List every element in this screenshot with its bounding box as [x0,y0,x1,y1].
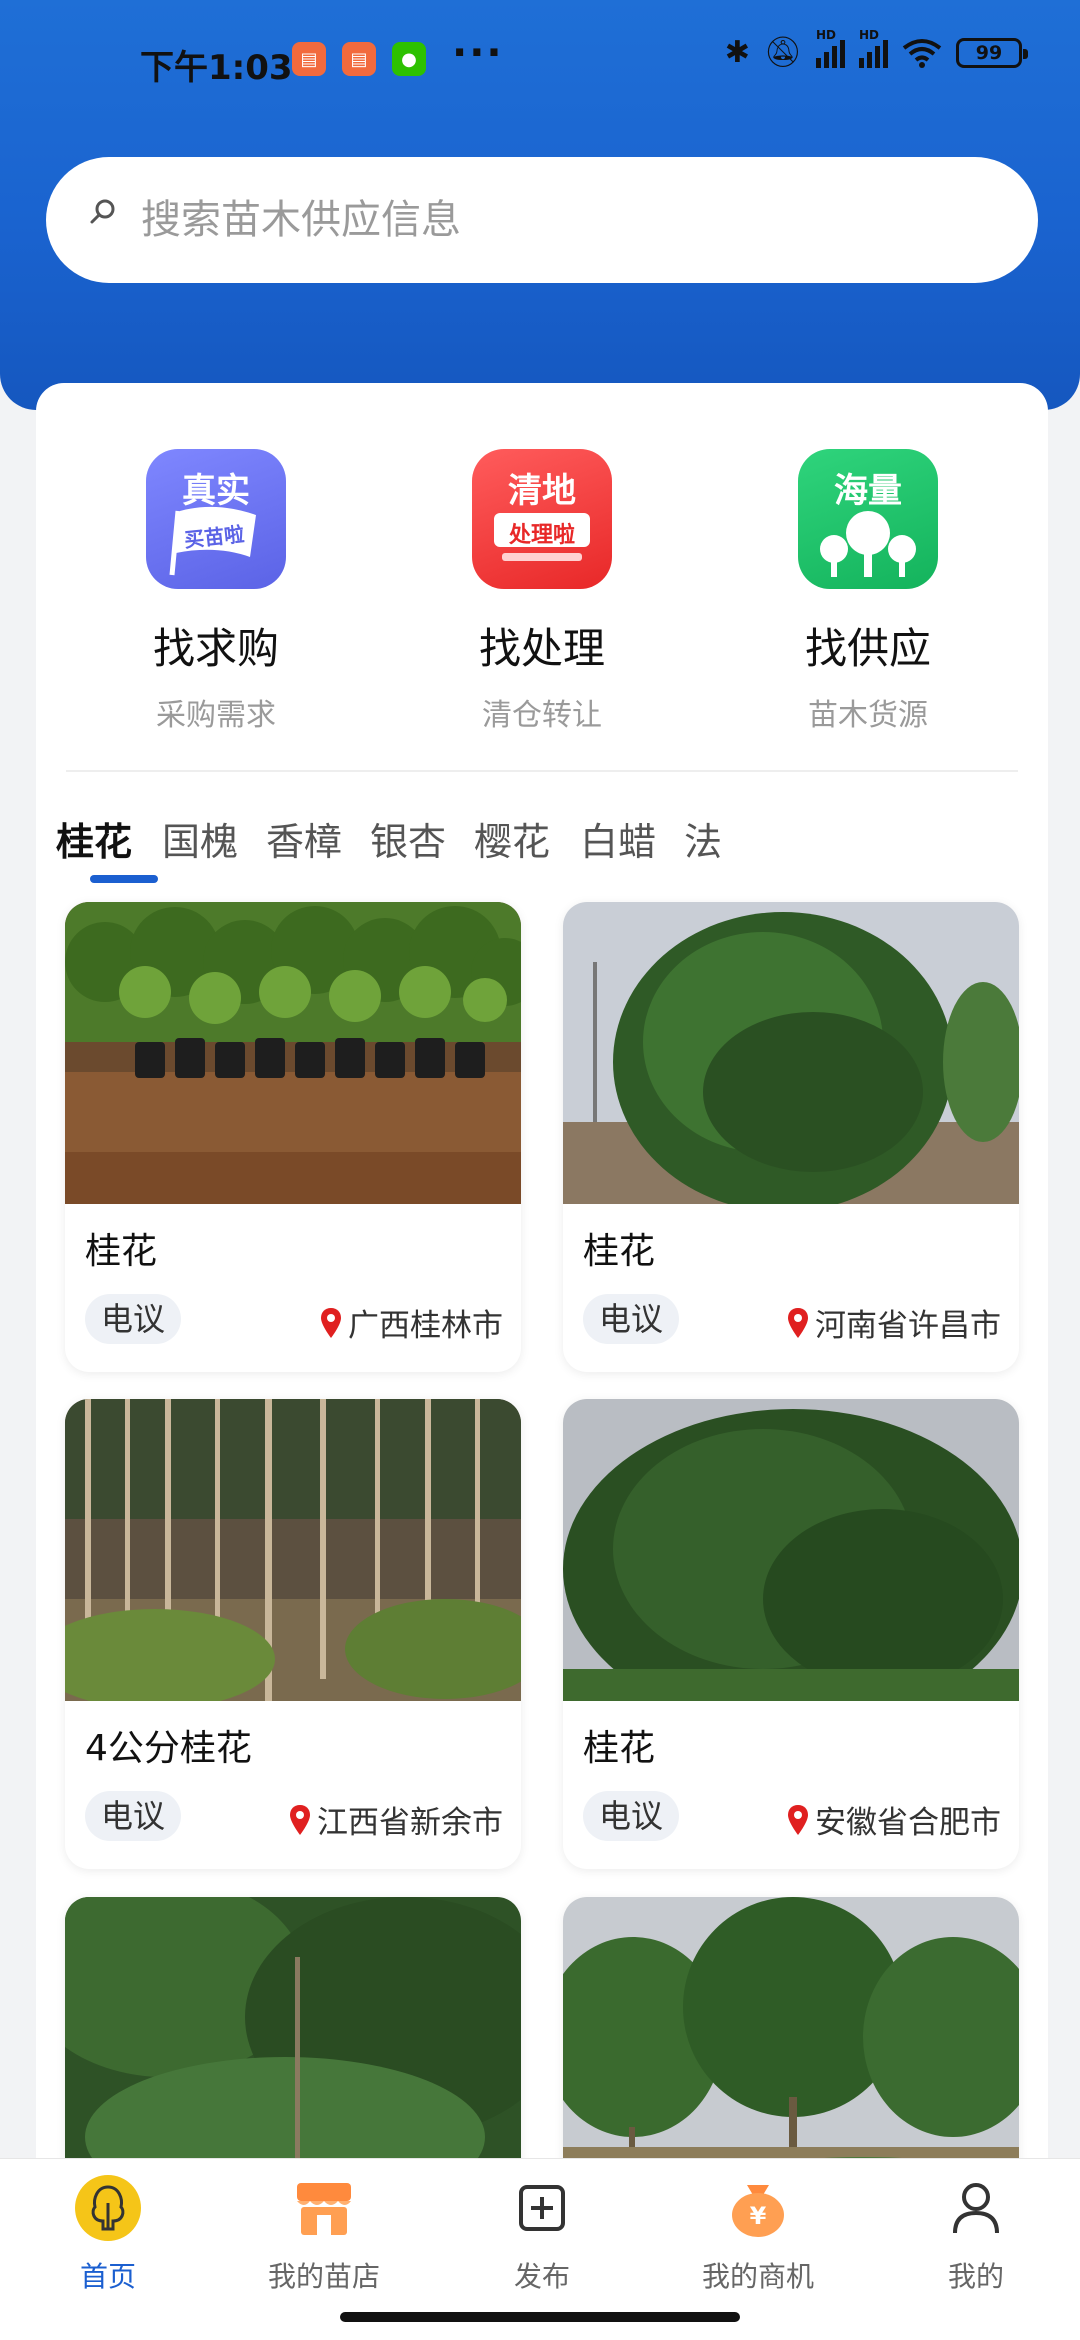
product-name: 桂花 [583,1231,656,1272]
tab-fa[interactable]: 法 [684,811,722,866]
tab-yinghua[interactable]: 樱花 [474,811,550,866]
home-indicator[interactable] [340,2312,740,2322]
location-pin-icon [321,1307,341,1338]
product-card[interactable] [563,1897,1019,2197]
quick-action-purchase[interactable]: 真实 买苗啦 找求购 采购需求 [106,449,326,734]
product-image [563,902,1019,1204]
nav-label: 我的 [947,2260,1004,2293]
nav-profile[interactable]: 我的 [886,2173,1066,2295]
search-icon [90,199,115,224]
product-card[interactable]: 桂花 电议 安徽省合肥市 [563,1399,1019,1869]
search-placeholder: 搜索苗木供应信息 [141,197,461,243]
wifi-icon [902,39,942,68]
nav-opportunities[interactable]: ¥ 我的商机 [668,2173,848,2295]
status-time: 下午1:03 [140,48,293,88]
nav-label: 发布 [513,2260,570,2293]
price-badge: 电议 [583,1791,680,1841]
location-pin-icon [788,1804,808,1835]
product-image [65,1897,521,2197]
nav-label: 我的商机 [701,2260,814,2293]
product-card[interactable]: 4公分桂花 电议 江西省新余市 [65,1399,521,1869]
quick-action-subtitle: 苗木货源 [808,698,928,733]
price-badge: 电议 [85,1294,182,1344]
notification-icons: ▤ ▤ ● [292,42,426,76]
status-bar: 下午1:03 ▤ ▤ ● ··· ✱ 🔕︎ HD HD 99 [0,0,1080,124]
quick-action-title: 找处理 [478,624,605,673]
location-text: 安徽省合肥市 [815,1805,1001,1841]
product-image [65,1399,521,1701]
mute-icon: 🔕︎ [763,35,802,70]
app-screen: 下午1:03 ▤ ▤ ● ··· ✱ 🔕︎ HD HD 99 搜索苗木供应信息 … [0,0,1080,2340]
clearance-stamp-icon: 清地 处理啦 [472,449,612,589]
purchase-flag-icon: 真实 买苗啦 [146,449,286,589]
notification-app-icon: ▤ [342,42,376,76]
price-badge: 电议 [85,1791,182,1841]
battery-level: 99 [975,42,1003,64]
shop-icon [289,2173,359,2243]
product-image [563,1897,1019,2197]
nav-publish[interactable]: 发布 [452,2173,632,2295]
product-image [65,902,521,1204]
notification-app-icon: ▤ [292,42,326,76]
product-image [563,1399,1019,1701]
tree-icon [73,2173,143,2243]
quick-icon-badge: 处理啦 [508,523,575,548]
active-tab-indicator [90,875,158,883]
product-location: 安徽省合肥市 [787,1797,1001,1842]
quick-actions: 真实 买苗啦 找求购 采购需求 清地 处理啦 找处理 清仓转让 海量 找供应 苗… [36,383,1048,771]
system-icons: ✱ 🔕︎ HD HD 99 [724,28,1028,70]
bluetooth-icon: ✱ [724,35,750,70]
tab-xiangzhang[interactable]: 香樟 [266,811,342,866]
plus-square-icon [507,2173,577,2243]
tab-yinxing[interactable]: 银杏 [370,811,446,866]
tab-guihua[interactable]: 桂花 [56,811,132,866]
nav-my-shop[interactable]: 我的苗店 [234,2173,414,2295]
product-card[interactable]: 桂花 电议 河南省许昌市 [563,902,1019,1372]
nav-label: 我的苗店 [267,2260,380,2293]
quick-action-clearance[interactable]: 清地 处理啦 找处理 清仓转让 [432,449,652,734]
location-pin-icon [290,1804,310,1835]
svg-text:¥: ¥ [750,2202,767,2230]
product-name: 桂花 [85,1231,158,1272]
product-location: 河南省许昌市 [787,1300,1001,1345]
product-location: 广西桂林市 [320,1300,503,1345]
trees-icon: 海量 [798,449,938,589]
network-label: HD [816,28,837,42]
signal-icon: HD [816,28,845,68]
search-bar[interactable]: 搜索苗木供应信息 [46,157,1038,283]
divider [66,770,1018,772]
location-text: 江西省新余市 [317,1805,503,1841]
price-badge: 电议 [583,1294,680,1344]
quick-action-subtitle: 采购需求 [156,698,276,733]
location-text: 广西桂林市 [348,1308,503,1344]
money-bag-icon: ¥ [723,2173,793,2243]
quick-action-subtitle: 清仓转让 [482,698,602,733]
network-label: HD [859,28,880,42]
user-icon [941,2173,1011,2243]
nav-home[interactable]: 首页 [18,2173,198,2295]
quick-action-title: 找供应 [804,624,931,673]
location-text: 河南省许昌市 [815,1308,1001,1344]
quick-action-title: 找求购 [152,624,279,673]
product-card[interactable] [65,1897,521,2197]
product-location: 江西省新余市 [289,1797,503,1842]
category-tabs: 桂花 国槐 香樟 银杏 樱花 白蜡 法 [36,793,1048,883]
location-pin-icon [788,1307,808,1338]
wechat-icon: ● [392,42,426,76]
nav-label: 首页 [79,2260,136,2293]
product-name: 4公分桂花 [85,1728,252,1769]
product-name: 桂花 [583,1728,656,1769]
product-card[interactable]: 桂花 电议 广西桂林市 [65,902,521,1372]
battery-icon: 99 [956,38,1028,68]
tab-guohuai[interactable]: 国槐 [162,811,238,866]
quick-action-supply[interactable]: 海量 找供应 苗木货源 [758,449,978,734]
tab-bailai[interactable]: 白蜡 [580,811,656,866]
more-notifications-icon: ··· [452,30,504,76]
signal-icon: HD [859,28,888,68]
main-card: 真实 买苗啦 找求购 采购需求 清地 处理啦 找处理 清仓转让 海量 找供应 苗… [36,383,1048,2340]
